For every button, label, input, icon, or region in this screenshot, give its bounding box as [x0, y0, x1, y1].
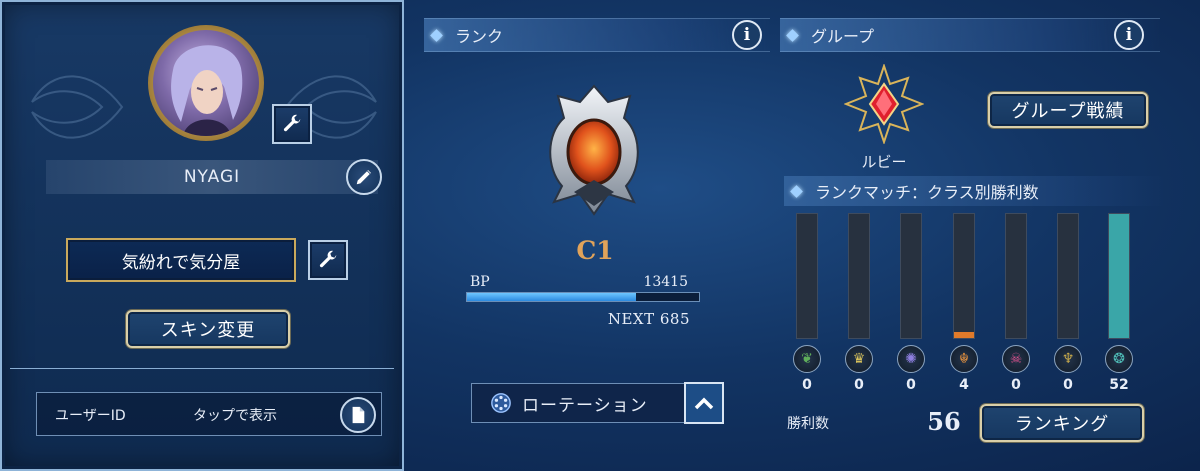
class-bar-5 [1057, 213, 1079, 339]
ranking-button[interactable]: ランキング [980, 404, 1144, 442]
skin-change-button[interactable]: スキン変更 [126, 310, 290, 348]
next-rank-label: NEXT 685 [607, 310, 690, 328]
vampire-icon: ♆ [1054, 345, 1082, 373]
bp-value: 13415 [643, 274, 688, 290]
user-id-label: ユーザーID [55, 408, 126, 424]
crown-icon: ♛ [845, 345, 873, 373]
class-win-count: 0 [1011, 377, 1021, 393]
rotation-format-icon [491, 393, 511, 413]
avatar-edit-button[interactable] [272, 104, 312, 144]
group-header-label: グループ [811, 27, 875, 46]
rank-header: ランク [424, 18, 770, 52]
rename-button[interactable] [346, 159, 382, 195]
copy-id-button[interactable] [340, 397, 376, 433]
swirl-icon: ❂ [1105, 345, 1133, 373]
document-icon [352, 406, 365, 424]
wins-label: 勝利数 [787, 416, 829, 432]
class-win-count: 0 [1063, 377, 1073, 393]
format-label: ローテーション [522, 395, 648, 416]
class-wins-header-label: ランクマッチ：クラス別勝利数 [815, 183, 1039, 202]
skull-icon: ☠ [1002, 345, 1030, 373]
diamond-bullet-icon [786, 28, 799, 42]
leaf-icon: ❦ [793, 345, 821, 373]
group-info-button[interactable]: i [1114, 20, 1144, 50]
wrench-icon [283, 114, 301, 132]
user-id-action: タップで表示 [193, 408, 277, 424]
diamond-bullet-icon [790, 184, 803, 198]
class-win-count: 0 [854, 377, 864, 393]
diamond-bullet-icon [430, 28, 443, 42]
dragon-icon: ☬ [950, 345, 978, 373]
class-wins-header: ランクマッチ：クラス別勝利数 [784, 176, 1164, 206]
player-title[interactable]: 気紛れで気分屋 [66, 238, 296, 282]
class-win-count: 52 [1109, 377, 1129, 393]
class-win-count: 4 [959, 377, 969, 393]
class-bar-3 [953, 213, 975, 339]
sigil-icon: ✺ [897, 345, 925, 373]
class-win-count: 0 [802, 377, 812, 393]
class-bar-0 [796, 213, 818, 339]
player-name: NYAGI [46, 160, 378, 194]
wins-total: 56 [927, 407, 961, 436]
class-bar-fill [954, 332, 974, 338]
user-id-row[interactable]: ユーザーID タップで表示 [36, 392, 382, 436]
class-win-count: 0 [906, 377, 916, 393]
rank-emblem-icon [549, 84, 639, 216]
wrench-icon [319, 250, 337, 268]
rank-info-button[interactable]: i [732, 20, 762, 50]
divider [10, 368, 394, 369]
ruby-group-emblem-icon [844, 64, 924, 144]
group-header: グループ [780, 18, 1160, 52]
bp-progress-bar [466, 292, 700, 302]
format-selector[interactable]: ローテーション [471, 383, 685, 423]
bp-label: BP [470, 274, 490, 290]
group-name: ルビー [861, 153, 907, 171]
avatar[interactable] [148, 25, 264, 141]
pencil-icon [356, 169, 372, 185]
class-bar-1 [848, 213, 870, 339]
class-bar-2 [900, 213, 922, 339]
bp-progress-fill [467, 293, 637, 301]
rank-tier: C1 [576, 236, 614, 265]
class-bar-fill [1109, 214, 1129, 338]
class-bar-6 [1108, 213, 1130, 339]
rank-header-label: ランク [455, 27, 504, 46]
group-record-button[interactable]: グループ戦績 [988, 92, 1148, 128]
class-bar-4 [1005, 213, 1027, 339]
ornament-left [31, 75, 124, 139]
avatar-portrait [153, 30, 259, 136]
title-edit-button[interactable] [308, 240, 348, 280]
format-toggle-button[interactable] [684, 382, 724, 424]
chevron-up-icon [694, 397, 714, 410]
